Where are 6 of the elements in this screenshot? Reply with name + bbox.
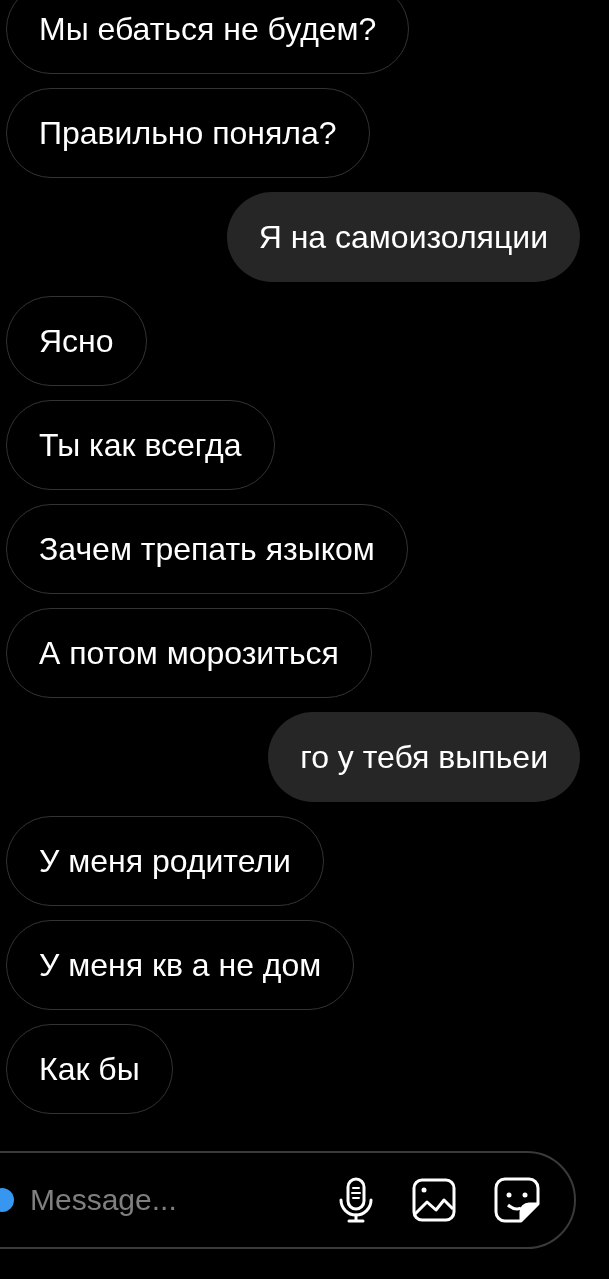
image-icon[interactable] bbox=[412, 1178, 456, 1222]
message-bubble: Я на самоизоляции bbox=[226, 192, 580, 282]
microphone-icon[interactable] bbox=[338, 1176, 374, 1224]
sticker-icon[interactable] bbox=[494, 1177, 540, 1223]
message-bubble: го у тебя выпьеи bbox=[268, 712, 580, 802]
message-input[interactable]: Message... bbox=[28, 1182, 300, 1218]
